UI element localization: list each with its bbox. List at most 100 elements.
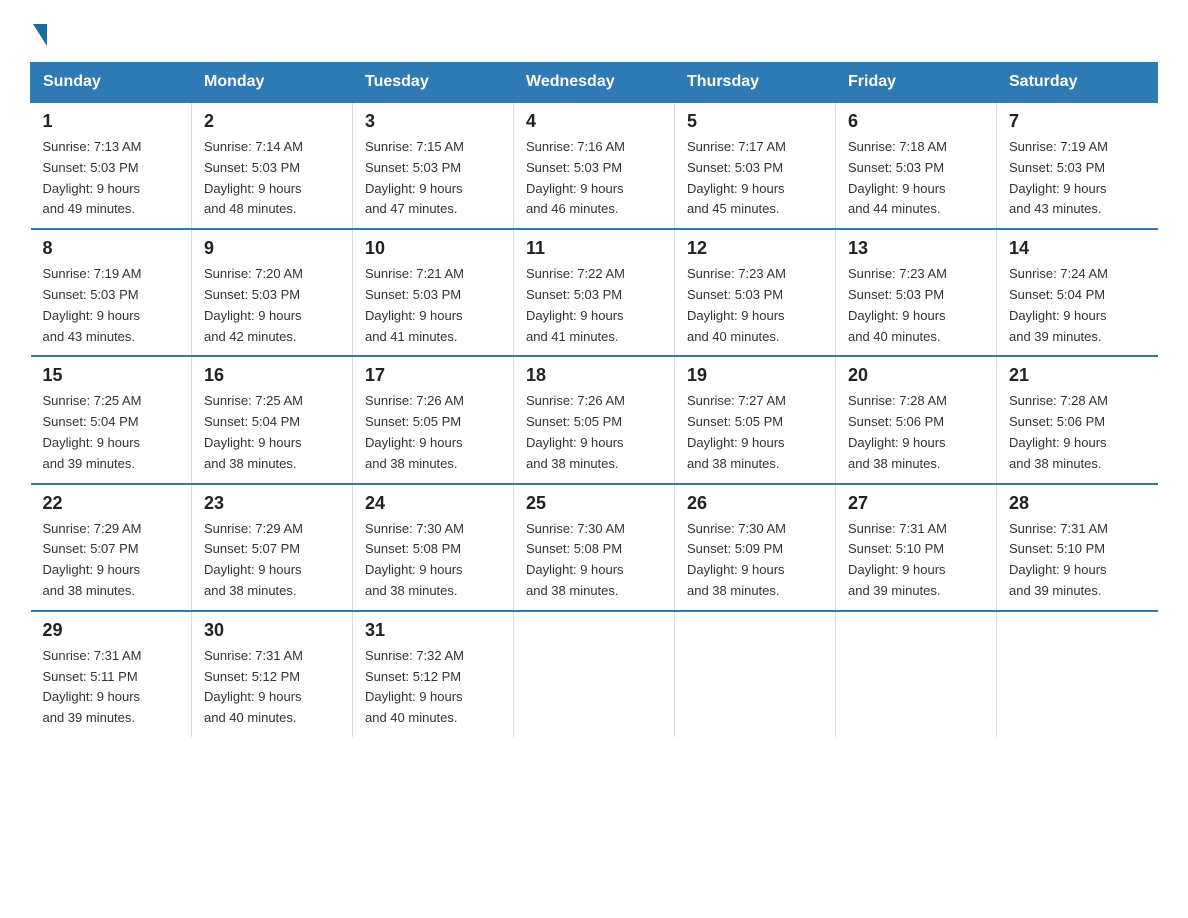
day-info: Sunrise: 7:16 AMSunset: 5:03 PMDaylight:… [526,137,662,220]
day-number: 8 [43,238,180,259]
day-info: Sunrise: 7:15 AMSunset: 5:03 PMDaylight:… [365,137,501,220]
day-number: 27 [848,493,984,514]
day-number: 12 [687,238,823,259]
day-info: Sunrise: 7:29 AMSunset: 5:07 PMDaylight:… [204,519,340,602]
day-info: Sunrise: 7:23 AMSunset: 5:03 PMDaylight:… [687,264,823,347]
day-info: Sunrise: 7:30 AMSunset: 5:08 PMDaylight:… [526,519,662,602]
calendar-day-cell [836,611,997,737]
day-info: Sunrise: 7:29 AMSunset: 5:07 PMDaylight:… [43,519,180,602]
day-number: 18 [526,365,662,386]
day-number: 25 [526,493,662,514]
calendar-day-cell: 2 Sunrise: 7:14 AMSunset: 5:03 PMDaylight… [192,102,353,229]
day-number: 11 [526,238,662,259]
day-info: Sunrise: 7:31 AMSunset: 5:12 PMDaylight:… [204,646,340,729]
day-number: 19 [687,365,823,386]
weekday-header-wednesday: Wednesday [514,63,675,103]
day-info: Sunrise: 7:19 AMSunset: 5:03 PMDaylight:… [1009,137,1146,220]
day-number: 13 [848,238,984,259]
day-info: Sunrise: 7:26 AMSunset: 5:05 PMDaylight:… [365,391,501,474]
day-info: Sunrise: 7:24 AMSunset: 5:04 PMDaylight:… [1009,264,1146,347]
logo [30,20,47,42]
calendar-day-cell: 13 Sunrise: 7:23 AMSunset: 5:03 PMDayligh… [836,229,997,356]
day-number: 16 [204,365,340,386]
day-info: Sunrise: 7:30 AMSunset: 5:09 PMDaylight:… [687,519,823,602]
weekday-header-row: SundayMondayTuesdayWednesdayThursdayFrid… [31,63,1158,103]
day-info: Sunrise: 7:31 AMSunset: 5:10 PMDaylight:… [848,519,984,602]
day-number: 5 [687,111,823,132]
day-info: Sunrise: 7:25 AMSunset: 5:04 PMDaylight:… [43,391,180,474]
calendar-day-cell: 25 Sunrise: 7:30 AMSunset: 5:08 PMDayligh… [514,484,675,611]
calendar-day-cell: 8 Sunrise: 7:19 AMSunset: 5:03 PMDaylight… [31,229,192,356]
weekday-header-saturday: Saturday [997,63,1158,103]
day-number: 26 [687,493,823,514]
calendar-day-cell: 28 Sunrise: 7:31 AMSunset: 5:10 PMDayligh… [997,484,1158,611]
day-info: Sunrise: 7:18 AMSunset: 5:03 PMDaylight:… [848,137,984,220]
day-info: Sunrise: 7:31 AMSunset: 5:10 PMDaylight:… [1009,519,1146,602]
day-info: Sunrise: 7:22 AMSunset: 5:03 PMDaylight:… [526,264,662,347]
calendar-week-row: 15 Sunrise: 7:25 AMSunset: 5:04 PMDayligh… [31,356,1158,483]
weekday-header-sunday: Sunday [31,63,192,103]
day-number: 4 [526,111,662,132]
calendar-day-cell: 19 Sunrise: 7:27 AMSunset: 5:05 PMDayligh… [675,356,836,483]
day-info: Sunrise: 7:27 AMSunset: 5:05 PMDaylight:… [687,391,823,474]
calendar-day-cell [997,611,1158,737]
day-info: Sunrise: 7:20 AMSunset: 5:03 PMDaylight:… [204,264,340,347]
day-info: Sunrise: 7:21 AMSunset: 5:03 PMDaylight:… [365,264,501,347]
calendar-day-cell: 11 Sunrise: 7:22 AMSunset: 5:03 PMDayligh… [514,229,675,356]
calendar-day-cell: 3 Sunrise: 7:15 AMSunset: 5:03 PMDaylight… [353,102,514,229]
calendar-day-cell: 1Sunrise: 7:13 AMSunset: 5:03 PMDaylight… [31,102,192,229]
calendar-day-cell: 20 Sunrise: 7:28 AMSunset: 5:06 PMDayligh… [836,356,997,483]
calendar-week-row: 29 Sunrise: 7:31 AMSunset: 5:11 PMDayligh… [31,611,1158,737]
day-info: Sunrise: 7:17 AMSunset: 5:03 PMDaylight:… [687,137,823,220]
weekday-header-thursday: Thursday [675,63,836,103]
day-number: 9 [204,238,340,259]
day-number: 17 [365,365,501,386]
calendar-day-cell: 17 Sunrise: 7:26 AMSunset: 5:05 PMDayligh… [353,356,514,483]
day-info: Sunrise: 7:13 AMSunset: 5:03 PMDaylight:… [43,137,180,220]
calendar-day-cell: 21 Sunrise: 7:28 AMSunset: 5:06 PMDayligh… [997,356,1158,483]
calendar-day-cell: 14 Sunrise: 7:24 AMSunset: 5:04 PMDayligh… [997,229,1158,356]
page-header [30,20,1158,42]
calendar-day-cell: 15 Sunrise: 7:25 AMSunset: 5:04 PMDayligh… [31,356,192,483]
calendar-day-cell: 7Sunrise: 7:19 AMSunset: 5:03 PMDaylight… [997,102,1158,229]
day-number: 10 [365,238,501,259]
calendar-week-row: 22Sunrise: 7:29 AMSunset: 5:07 PMDayligh… [31,484,1158,611]
calendar-day-cell: 27 Sunrise: 7:31 AMSunset: 5:10 PMDayligh… [836,484,997,611]
day-number: 6 [848,111,984,132]
day-info: Sunrise: 7:28 AMSunset: 5:06 PMDaylight:… [1009,391,1146,474]
calendar-day-cell: 16 Sunrise: 7:25 AMSunset: 5:04 PMDayligh… [192,356,353,483]
calendar-day-cell: 12 Sunrise: 7:23 AMSunset: 5:03 PMDayligh… [675,229,836,356]
day-info: Sunrise: 7:25 AMSunset: 5:04 PMDaylight:… [204,391,340,474]
day-number: 15 [43,365,180,386]
day-number: 20 [848,365,984,386]
calendar-day-cell: 5 Sunrise: 7:17 AMSunset: 5:03 PMDaylight… [675,102,836,229]
day-info: Sunrise: 7:19 AMSunset: 5:03 PMDaylight:… [43,264,180,347]
day-info: Sunrise: 7:31 AMSunset: 5:11 PMDaylight:… [43,646,180,729]
day-number: 31 [365,620,501,641]
weekday-header-friday: Friday [836,63,997,103]
day-number: 14 [1009,238,1146,259]
weekday-header-monday: Monday [192,63,353,103]
day-number: 2 [204,111,340,132]
day-info: Sunrise: 7:32 AMSunset: 5:12 PMDaylight:… [365,646,501,729]
weekday-header-tuesday: Tuesday [353,63,514,103]
day-number: 3 [365,111,501,132]
calendar-table: SundayMondayTuesdayWednesdayThursdayFrid… [30,62,1158,737]
day-number: 28 [1009,493,1146,514]
calendar-day-cell: 22Sunrise: 7:29 AMSunset: 5:07 PMDayligh… [31,484,192,611]
calendar-week-row: 1Sunrise: 7:13 AMSunset: 5:03 PMDaylight… [31,102,1158,229]
day-number: 23 [204,493,340,514]
day-number: 30 [204,620,340,641]
day-info: Sunrise: 7:28 AMSunset: 5:06 PMDaylight:… [848,391,984,474]
calendar-day-cell [675,611,836,737]
day-number: 29 [43,620,180,641]
calendar-day-cell: 29 Sunrise: 7:31 AMSunset: 5:11 PMDayligh… [31,611,192,737]
calendar-day-cell: 24Sunrise: 7:30 AMSunset: 5:08 PMDayligh… [353,484,514,611]
calendar-day-cell: 26 Sunrise: 7:30 AMSunset: 5:09 PMDayligh… [675,484,836,611]
day-number: 21 [1009,365,1146,386]
day-info: Sunrise: 7:30 AMSunset: 5:08 PMDaylight:… [365,519,501,602]
day-info: Sunrise: 7:23 AMSunset: 5:03 PMDaylight:… [848,264,984,347]
calendar-day-cell: 9 Sunrise: 7:20 AMSunset: 5:03 PMDaylight… [192,229,353,356]
day-info: Sunrise: 7:14 AMSunset: 5:03 PMDaylight:… [204,137,340,220]
calendar-day-cell: 30 Sunrise: 7:31 AMSunset: 5:12 PMDayligh… [192,611,353,737]
